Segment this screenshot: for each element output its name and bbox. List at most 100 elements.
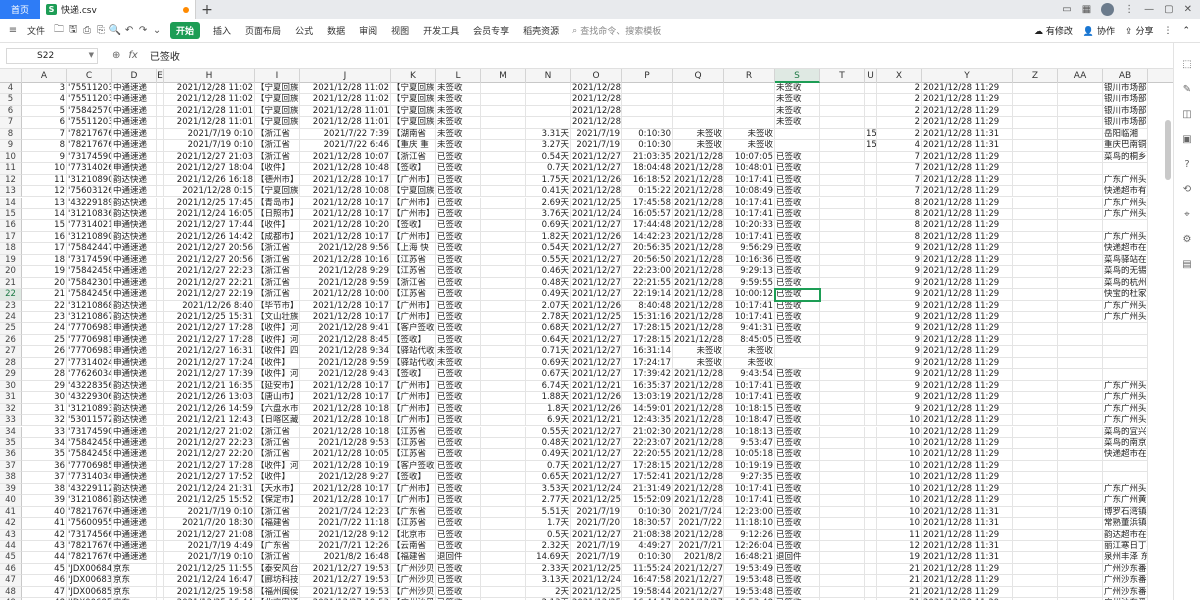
cell-s26[interactable]: 已签收: [775, 334, 820, 347]
cell-i30[interactable]: 【延安市】: [255, 380, 300, 393]
cell-d44[interactable]: 中通速递: [112, 541, 157, 553]
cell-j18[interactable]: 2021/12/28 9:56: [300, 243, 391, 255]
cell-m35[interactable]: [481, 437, 526, 450]
row-header[interactable]: 30: [0, 380, 22, 393]
cell-p8[interactable]: 0:10:30: [622, 128, 673, 141]
cell-d25[interactable]: 申通快递: [112, 323, 157, 335]
cell-p36[interactable]: 22:20:55: [622, 449, 673, 461]
cell-t21[interactable]: [820, 277, 865, 290]
cell-k38[interactable]: 【签收】: [391, 472, 436, 484]
cell-l18[interactable]: 已签收: [436, 243, 481, 255]
cell-u15[interactable]: [865, 208, 877, 221]
cell-i9[interactable]: 【浙江省: [255, 140, 300, 152]
cell-i42[interactable]: 【福建省: [255, 518, 300, 530]
cell-ab12[interactable]: 广东广州头集: [1103, 174, 1148, 187]
cell-x48[interactable]: 21: [877, 586, 922, 599]
cell-y5[interactable]: 2021/12/28 11:29: [922, 94, 1013, 106]
cell-y25[interactable]: 2021/12/28 11:29: [922, 323, 1013, 335]
cell-c16[interactable]: '77314021: [67, 220, 112, 232]
cell-a16[interactable]: 15: [22, 220, 67, 232]
cell-z11[interactable]: [1013, 163, 1058, 175]
cell-r11[interactable]: 10:48:01: [724, 163, 775, 175]
cell-h28[interactable]: 2021/12/27 17:24: [164, 357, 255, 370]
cell-r42[interactable]: 11:18:10: [724, 518, 775, 530]
cell-k39[interactable]: 【广州市】: [391, 483, 436, 496]
cell-y35[interactable]: 2021/12/28 11:29: [922, 437, 1013, 450]
cell-z46[interactable]: [1013, 563, 1058, 576]
cell-q8[interactable]: 未签收: [673, 128, 724, 141]
cell-m11[interactable]: [481, 163, 526, 175]
row-header[interactable]: 8: [0, 128, 22, 141]
settings-icon[interactable]: ⚙: [1183, 234, 1192, 245]
cell-c14[interactable]: '43229189: [67, 197, 112, 209]
cell-u5[interactable]: [865, 94, 877, 106]
cell-i40[interactable]: 【保定市】: [255, 495, 300, 507]
cell-h39[interactable]: 2021/12/24 21:31: [164, 483, 255, 496]
cell-ab13[interactable]: 快递超市有鑫: [1103, 186, 1148, 198]
cell-l25[interactable]: 已签收: [436, 323, 481, 335]
cell-u6[interactable]: [865, 105, 877, 118]
cell-h32[interactable]: 2021/12/26 14:59: [164, 403, 255, 416]
cell-ab33[interactable]: 广东广州头集: [1103, 415, 1148, 427]
cell-d12[interactable]: 韵达快递: [112, 174, 157, 187]
cell-j48[interactable]: 2021/12/27 19:53: [300, 586, 391, 599]
menu-item-formula[interactable]: 公式: [288, 24, 320, 37]
cell-c31[interactable]: '43229306: [67, 392, 112, 404]
cell-n48[interactable]: 2天: [526, 586, 571, 599]
cell-a47[interactable]: 46: [22, 575, 67, 587]
cell-e13[interactable]: [157, 186, 164, 198]
cell-e10[interactable]: [157, 151, 164, 164]
cell-l22[interactable]: 已签收: [436, 289, 481, 301]
cell-i13[interactable]: 【宁夏回族: [255, 186, 300, 198]
cell-x42[interactable]: 10: [877, 518, 922, 530]
cell-m22[interactable]: [481, 289, 526, 301]
cell-l44[interactable]: 已签收: [436, 541, 481, 553]
cell-x35[interactable]: 10: [877, 437, 922, 450]
redo-icon[interactable]: ↷: [136, 24, 150, 38]
cell-d21[interactable]: 中通速递: [112, 277, 157, 290]
cell-o14[interactable]: 2021/12/25: [571, 197, 622, 209]
style-icon[interactable]: ◫: [1182, 109, 1191, 120]
cell-o15[interactable]: 2021/12/24: [571, 208, 622, 221]
cell-z33[interactable]: [1013, 415, 1058, 427]
cell-k34[interactable]: 【江苏省: [391, 426, 436, 438]
cell-p48[interactable]: 19:58:44: [622, 586, 673, 599]
cell-e9[interactable]: [157, 140, 164, 152]
cell-r10[interactable]: 10:07:05: [724, 151, 775, 164]
cell-y40[interactable]: 2021/12/28 11:29: [922, 495, 1013, 507]
cell-o30[interactable]: 2021/12/21: [571, 380, 622, 393]
cell-r5[interactable]: [724, 94, 775, 106]
cell-c40[interactable]: '31210861: [67, 495, 112, 507]
cell-y23[interactable]: 2021/12/28 11:29: [922, 300, 1013, 312]
cell-e39[interactable]: [157, 483, 164, 496]
cell-i36[interactable]: 【浙江省: [255, 449, 300, 461]
cell-k43[interactable]: 【北京市: [391, 529, 436, 541]
cell-ab42[interactable]: 常熟董浜镇: [1103, 518, 1148, 530]
cell-r33[interactable]: 10:18:47: [724, 415, 775, 427]
column-header-aa[interactable]: AA: [1058, 69, 1103, 83]
cell-o47[interactable]: 2021/12/24: [571, 575, 622, 587]
cell-aa24[interactable]: [1058, 312, 1103, 324]
cell-m19[interactable]: [481, 254, 526, 267]
cell-r23[interactable]: 10:17:41: [724, 300, 775, 312]
cell-o32[interactable]: 2021/12/26: [571, 403, 622, 416]
cell-l9[interactable]: 未签收: [436, 140, 481, 152]
cell-ab23[interactable]: 广东广州头集: [1103, 300, 1148, 312]
cell-m43[interactable]: [481, 529, 526, 541]
row-header[interactable]: 27: [0, 346, 22, 358]
cell-e14[interactable]: [157, 197, 164, 209]
cell-p41[interactable]: 0:10:30: [622, 506, 673, 519]
cell-u4[interactable]: [865, 83, 877, 95]
cell-c6[interactable]: '75842570: [67, 105, 112, 118]
cell-q12[interactable]: 2021/12/28: [673, 174, 724, 187]
cell-c45[interactable]: '78217676: [67, 552, 112, 564]
cell-u7[interactable]: [865, 117, 877, 129]
cell-t35[interactable]: [820, 437, 865, 450]
cell-aa38[interactable]: [1058, 472, 1103, 484]
cell-x37[interactable]: 10: [877, 460, 922, 473]
cell-u37[interactable]: [865, 460, 877, 473]
cell-q42[interactable]: 2021/7/22: [673, 518, 724, 530]
cell-h33[interactable]: 2021/12/21 12:43: [164, 415, 255, 427]
cell-a32[interactable]: 31: [22, 403, 67, 416]
cell-y28[interactable]: 2021/12/28 11:29: [922, 357, 1013, 370]
